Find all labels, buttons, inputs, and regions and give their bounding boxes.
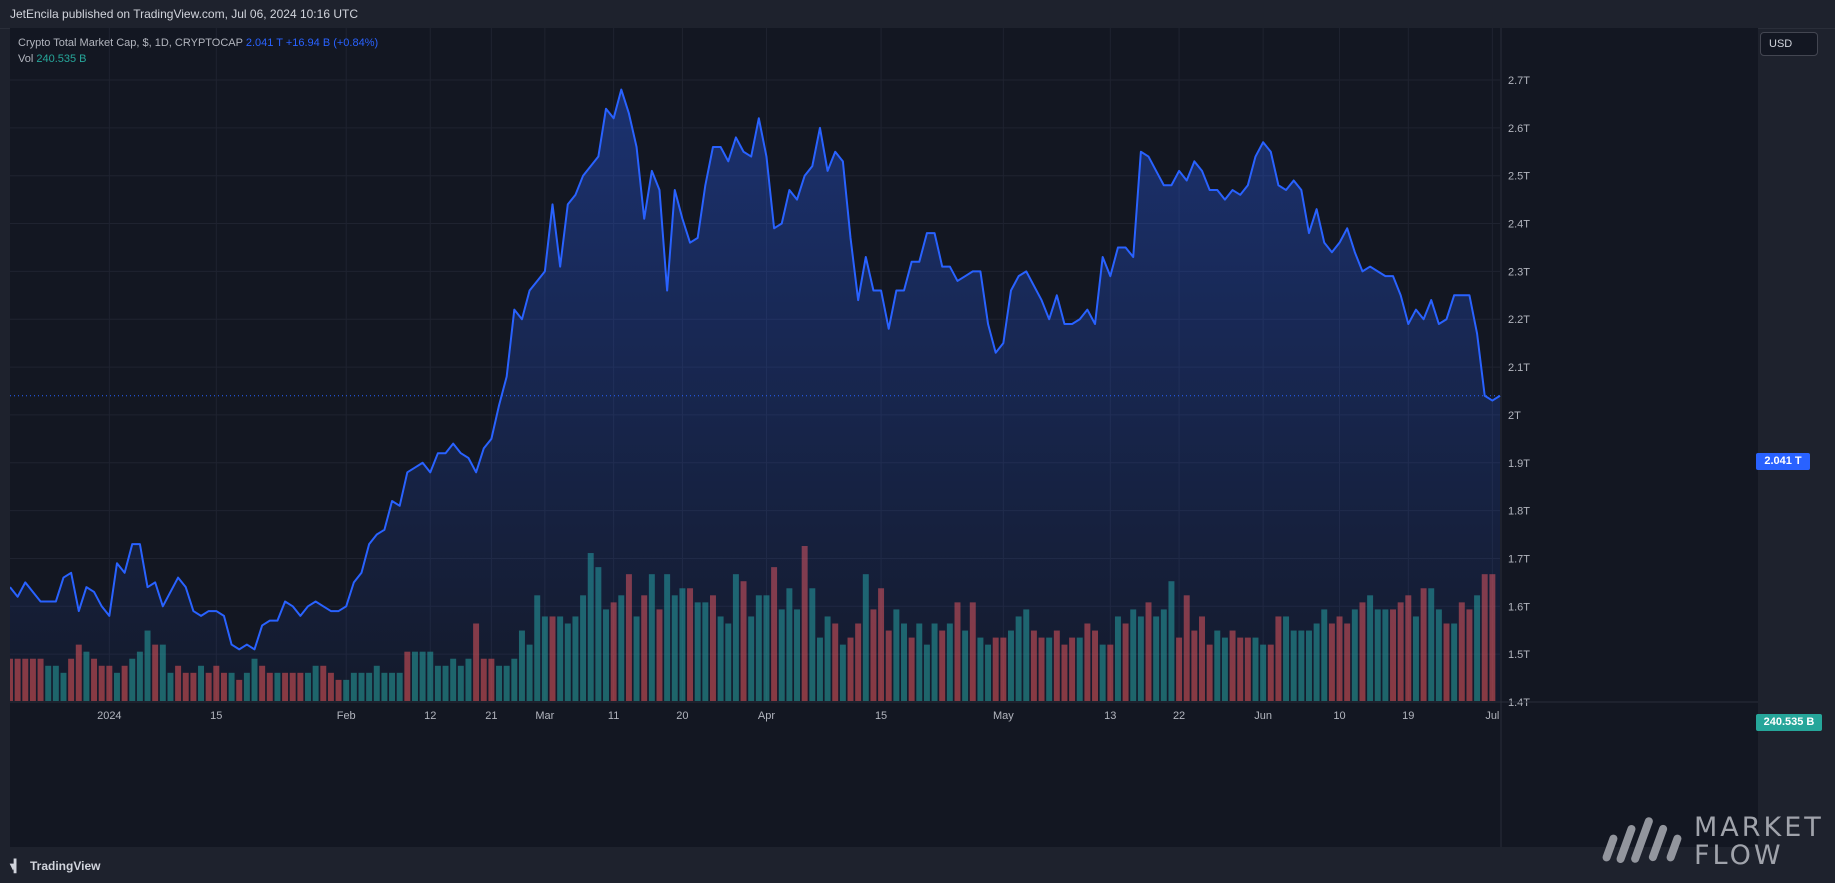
x-tick-label: 15	[210, 710, 222, 722]
x-tick-label: 22	[1173, 710, 1185, 722]
chart-legend: Crypto Total Market Cap, $, 1D, CRYPTOCA…	[18, 35, 378, 67]
y-tick-label: 1.7T	[1508, 553, 1530, 565]
x-tick-label: 10	[1333, 710, 1345, 722]
vol-label[interactable]: Vol	[18, 53, 33, 65]
market-flow-logo-icon	[1602, 817, 1682, 864]
tradingview-logo[interactable]: ▾▎ TradingView	[10, 859, 100, 873]
x-tick-label: Apr	[758, 710, 775, 722]
x-tick-label: Feb	[337, 710, 356, 722]
x-tick-label: 12	[424, 710, 436, 722]
price-value: 2.041 T	[245, 37, 283, 49]
x-tick-label: 2024	[97, 710, 121, 722]
x-tick-label: May	[993, 710, 1014, 722]
y-tick-label: 1.5T	[1508, 649, 1530, 661]
x-tick-label: Mar	[535, 710, 554, 722]
tradingview-brand: TradingView	[30, 859, 101, 873]
x-tick-label: 11	[608, 710, 619, 722]
tradingview-icon: ▾▎	[10, 859, 23, 873]
currency-button[interactable]: USD	[1760, 32, 1818, 56]
x-tick-label: 19	[1402, 710, 1414, 722]
y-tick-label: 1.8T	[1508, 506, 1530, 518]
last-price-badge: 2.041 T	[1756, 453, 1810, 470]
x-tick-label: 15	[875, 710, 887, 722]
price-chart-svg[interactable]: 2.7T 2.6T 2.5T 2.4T 2.3T 2.2T 2.1T 2T 1.9T 1.8T 1.…	[10, 28, 1758, 847]
y-tick-label: 2T	[1508, 410, 1521, 422]
x-tick-label: 13	[1104, 710, 1116, 722]
y-tick-label: 2.3T	[1508, 266, 1530, 278]
y-tick-label: 2.2T	[1508, 314, 1530, 326]
x-tick-label: Jun	[1254, 710, 1272, 722]
header-bar: JetEncila published on TradingView.com, …	[0, 0, 1835, 29]
x-tick-label: 21	[485, 710, 497, 722]
y-tick-label: 2.5T	[1508, 171, 1530, 183]
x-tick-label: Jul	[1485, 710, 1499, 722]
y-tick-label: 2.7T	[1508, 75, 1530, 87]
y-tick-label: 1.6T	[1508, 601, 1530, 613]
y-tick-label: 1.4T	[1508, 697, 1530, 709]
footer-bar	[0, 847, 1835, 883]
last-volume-badge: 240.535 B	[1756, 714, 1822, 731]
y-tick-label: 2.1T	[1508, 362, 1530, 374]
change-value: +16.94 B (+0.84%)	[285, 37, 379, 49]
chart-area[interactable]: 2.7T 2.6T 2.5T 2.4T 2.3T 2.2T 2.1T 2T 1.9T 1.8T 1.…	[10, 28, 1758, 847]
published-text: JetEncila published on TradingView.com, …	[10, 7, 358, 21]
y-tick-label: 2.6T	[1508, 123, 1530, 135]
symbol-label[interactable]: Crypto Total Market Cap, $, 1D, CRYPTOCA…	[18, 37, 243, 49]
vol-value: 240.535 B	[36, 53, 87, 65]
x-tick-label: 20	[676, 710, 688, 722]
y-tick-label: 1.9T	[1508, 458, 1530, 470]
y-tick-label: 2.4T	[1508, 219, 1530, 231]
